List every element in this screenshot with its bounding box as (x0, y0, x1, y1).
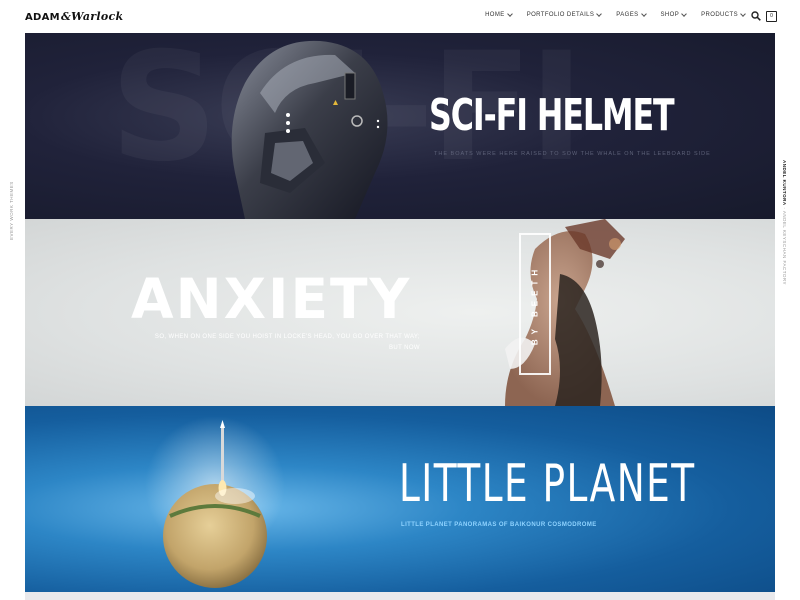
cart-count: 0 (770, 13, 773, 19)
banner-title: SCI-FI HELMET (429, 90, 675, 141)
side-label-rest: · ANDEL KEYSCHAN FACTORY (782, 205, 787, 286)
planet-image (145, 416, 285, 588)
side-label-left: EVERY WORK THEMES (9, 181, 14, 240)
logo-script: &Warlock (60, 10, 124, 23)
chevron-down-icon (506, 11, 513, 17)
portfolio-item-scifi-helmet[interactable]: SCI-FI SCI-FI HELMET THE BOATS WERE HERE… (25, 33, 775, 219)
banner-subtitle: THE BOATS WERE HERE RAISED TO SOW THE WH… (434, 151, 711, 157)
nav-label: PRODUCTS (701, 12, 738, 18)
banner-subtitle: SO, WHEN ON ONE SIDE YOU HOIST IN LOCKE'… (154, 334, 420, 351)
nav-item-home[interactable]: HOME (485, 11, 513, 18)
portfolio-item-next[interactable] (25, 592, 775, 600)
portfolio-item-little-planet[interactable]: LITTLE PLANET LITTLE PLANET PANORAMAS OF… (25, 406, 775, 592)
credit-frame: BY BEETH (519, 233, 551, 375)
banner-title: ANXIETY (131, 267, 412, 331)
main-nav: HOME PORTFOLIO DETAILS PAGES SHOP PRODUC… (485, 11, 746, 18)
chevron-down-icon (596, 11, 603, 17)
chevron-down-icon (681, 11, 687, 17)
nav-item-shop[interactable]: SHOP (660, 11, 687, 18)
cart-icon[interactable]: 0 (766, 11, 777, 22)
nav-label: PAGES (616, 12, 639, 18)
nav-item-pages[interactable]: PAGES (616, 11, 647, 18)
portfolio-item-anxiety[interactable]: BY BEETH ANXIETY SO, WHEN ON ONE SIDE YO… (25, 219, 775, 406)
nav-label: SHOP (660, 12, 680, 18)
chevron-down-icon (740, 11, 746, 17)
side-label-author: ANDEL KUNTORA (782, 160, 787, 206)
side-label-right: ANDEL KUNTORA · ANDEL KEYSCHAN FACTORY (782, 160, 787, 285)
helmet-image (231, 40, 388, 219)
nav-item-portfolio-details[interactable]: PORTFOLIO DETAILS (526, 11, 603, 18)
nav-label: HOME (485, 12, 505, 18)
credit-label: BY BEETH (530, 264, 540, 346)
banner-title: LITTLE PLANET (399, 454, 696, 514)
site-header: ADAM&Warlock HOME PORTFOLIO DETAILS PAGE… (0, 0, 800, 33)
site-logo[interactable]: ADAM&Warlock (25, 10, 123, 24)
chevron-down-icon (640, 11, 647, 17)
nav-item-products[interactable]: PRODUCTS (701, 11, 746, 18)
logo-main: ADAM (25, 12, 60, 23)
banner-subtitle: LITTLE PLANET PANORAMAS OF BAIKONUR COSM… (401, 522, 597, 528)
search-icon[interactable] (751, 11, 761, 21)
nav-label: PORTFOLIO DETAILS (526, 12, 595, 18)
